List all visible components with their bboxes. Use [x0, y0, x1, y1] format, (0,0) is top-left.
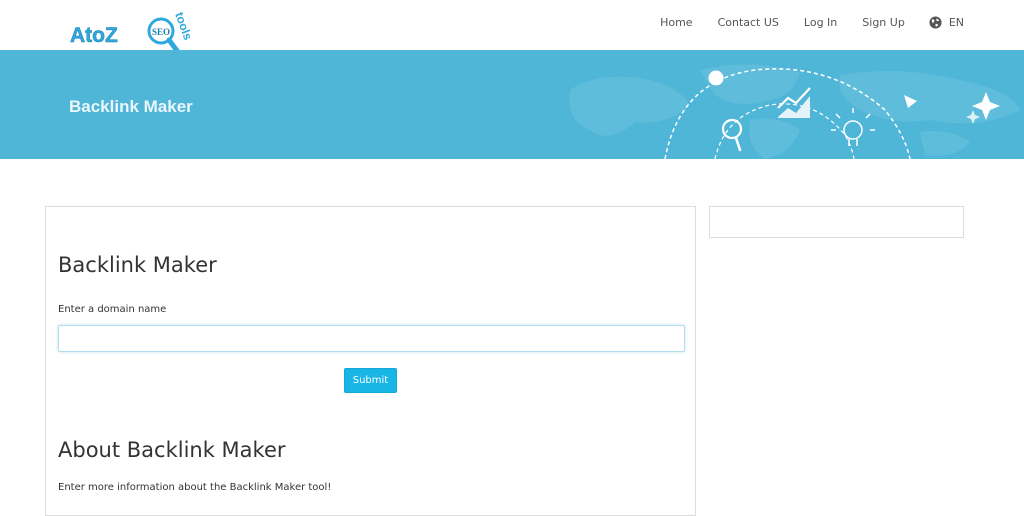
domain-input[interactable]: [58, 325, 685, 352]
nav-contact-link[interactable]: Contact US: [718, 16, 779, 29]
sidebar-panel: [709, 206, 964, 238]
about-heading: About Backlink Maker: [58, 438, 286, 462]
submit-button[interactable]: Submit: [344, 368, 397, 393]
banner-title: Backlink Maker: [69, 97, 193, 116]
nav-home-link[interactable]: Home: [660, 16, 692, 29]
language-selector[interactable]: EN: [929, 16, 964, 29]
tool-heading: Backlink Maker: [58, 253, 217, 277]
top-navbar: AtoZ SEO tools Home Contact US Log In Si…: [0, 0, 1024, 55]
logo-text-tools: tools: [172, 10, 195, 42]
logo-badge-text: SEO: [152, 27, 170, 37]
logo-text-main: AtoZ: [70, 24, 118, 47]
banner-illustration: [569, 64, 1020, 159]
language-label: EN: [948, 16, 964, 29]
main-content-card: Backlink Maker Enter a domain name Submi…: [45, 206, 696, 516]
nav-login-link[interactable]: Log In: [804, 16, 837, 29]
orbit-dot: [708, 70, 724, 86]
main-nav: Home Contact US Log In Sign Up EN: [635, 16, 964, 29]
globe-icon: [929, 16, 942, 29]
world-map-shape: [569, 64, 1020, 159]
about-text: Enter more information about the Backlin…: [58, 482, 332, 493]
nav-signup-link[interactable]: Sign Up: [862, 16, 905, 29]
page-banner: Backlink Maker: [0, 50, 1024, 159]
domain-label: Enter a domain name: [58, 304, 167, 315]
